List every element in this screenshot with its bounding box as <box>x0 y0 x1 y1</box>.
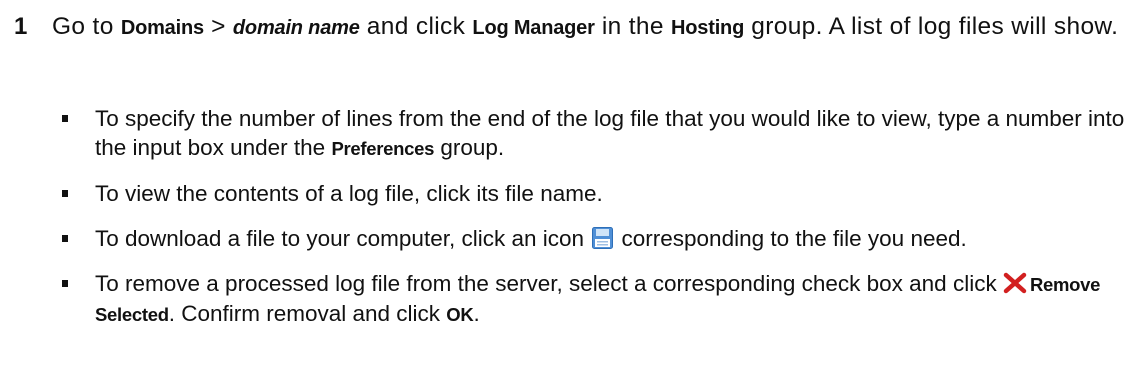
bullet-marker <box>62 280 68 287</box>
step-tail: group. A list of log files will show. <box>744 13 1119 40</box>
step-in-the: in the <box>594 13 672 40</box>
ui-domain-name: domain name <box>232 17 360 39</box>
step-number: 1 <box>14 13 28 40</box>
step-go-to: Go to <box>52 13 121 40</box>
bullet-item-remove: To remove a processed log file from the … <box>0 269 1148 329</box>
bullet-item-preferences: To specify the number of lines from the … <box>0 104 1148 163</box>
remove-icon <box>1003 272 1027 294</box>
ui-preferences: Preferences <box>331 138 435 159</box>
bullet-marker <box>62 235 68 242</box>
bullet-item-view: To view the contents of a log file, clic… <box>0 179 1148 208</box>
bullet-text: . <box>473 301 480 326</box>
bullet-marker <box>62 115 68 122</box>
bullet-marker <box>62 190 68 197</box>
bullet-text: . Confirm removal and click <box>168 301 447 326</box>
bullet-list: To specify the number of lines from the … <box>0 104 1148 345</box>
bullet-text: To specify the number of lines from the … <box>95 106 1125 160</box>
bullet-item-download: To download a file to your computer, cli… <box>0 224 1148 253</box>
ui-hosting: Hosting <box>671 17 745 39</box>
bullet-text: corresponding to the file you need. <box>615 226 967 251</box>
ui-domains: Domains <box>120 17 204 39</box>
step-text: Go to Domains > domain name and click Lo… <box>52 10 1142 45</box>
bullet-text: To remove a processed log file from the … <box>95 271 1003 296</box>
ui-ok: OK <box>446 304 474 325</box>
bullet-text: To download a file to your computer, cli… <box>95 226 591 251</box>
bullet-text: group. <box>434 135 505 160</box>
bullet-text: To view the contents of a log file, clic… <box>95 181 603 206</box>
save-icon <box>592 227 614 249</box>
ui-log-manager: Log Manager <box>472 17 595 39</box>
step-and-click: and click <box>359 13 473 40</box>
step-separator: > <box>203 13 233 40</box>
